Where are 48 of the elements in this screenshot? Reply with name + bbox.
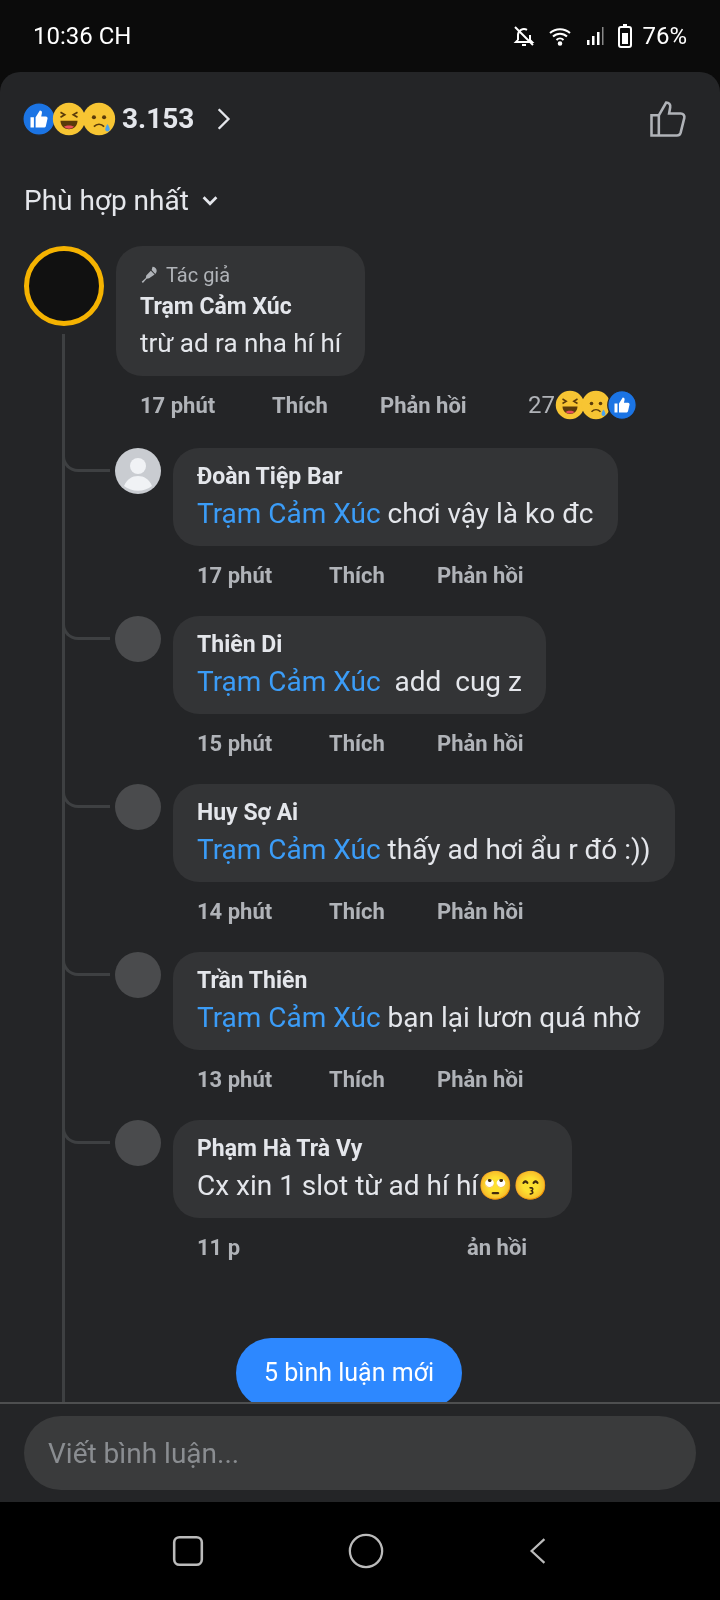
like-link[interactable]: Thích	[329, 894, 437, 928]
commenter-name[interactable]: Trần Thiên	[197, 964, 640, 998]
laughing-reaction-icon	[52, 102, 86, 136]
like-link[interactable]: Thích	[272, 388, 380, 422]
reply-link[interactable]: Phản hồi	[437, 726, 524, 760]
microphone-icon	[140, 265, 160, 285]
home-icon[interactable]	[347, 1532, 385, 1570]
comment-time: 17 phút	[140, 391, 217, 420]
comment-time: 14 phút	[197, 897, 274, 926]
recent-apps-icon[interactable]	[171, 1534, 205, 1568]
commenter-name[interactable]: Huy Sợ Ai	[197, 796, 651, 830]
battery-level: 76%	[642, 21, 687, 52]
sad-reaction-icon	[581, 390, 611, 420]
comment-text: Trạm Cảm Xúc thấy ad hơi ẩu r đó :))	[197, 832, 651, 868]
commenter-name[interactable]: Thiên Di	[197, 628, 522, 662]
commenter-name[interactable]: Đoàn Tiệp Bar	[197, 460, 594, 494]
reply-link[interactable]: Phản hồi	[380, 388, 528, 422]
like-link[interactable]: Thích	[329, 1062, 437, 1096]
comment-text: Cx xin 1 slot từ ad hí hí🙄😙	[197, 1168, 549, 1204]
comment-time: 13 phút	[197, 1065, 274, 1094]
reply-link[interactable]: Phản hồi	[437, 558, 524, 592]
laughing-reaction-icon	[555, 390, 585, 420]
like-link[interactable]: Thích	[329, 558, 437, 592]
battery-icon	[618, 24, 633, 48]
reactions-summary[interactable]: 3.153	[22, 98, 237, 140]
commenter-name[interactable]: Trạm Cảm Xúc	[140, 290, 342, 324]
reply-link[interactable]: Phản hồi	[437, 1062, 524, 1096]
like-reaction-icon	[22, 102, 56, 136]
sad-reaction-icon	[82, 102, 116, 136]
avatar-silhouette-icon[interactable]	[115, 448, 161, 494]
author-label: Tác giả	[166, 262, 231, 289]
reaction-count[interactable]: 27	[528, 387, 637, 423]
bell-off-icon	[512, 24, 537, 48]
like-link[interactable]: Thích	[329, 726, 437, 760]
commenter-name[interactable]: Phạm Hà Trà Vy	[197, 1132, 549, 1166]
comment-text: Trạm Cảm Xúc chơi vậy là ko đc	[197, 496, 594, 532]
comment-text: Trạm Cảm Xúc add cug z	[197, 664, 522, 700]
comment-time: 11 p	[197, 1233, 242, 1262]
reply-link[interactable]: Phản hồi	[437, 894, 524, 928]
status-time: 10:36 CH	[33, 21, 132, 52]
sort-dropdown[interactable]: Phù hợp nhất	[24, 180, 221, 222]
comment-input-field[interactable]: Viết bình luận...	[24, 1416, 696, 1490]
comment-time: 15 phút	[197, 729, 274, 758]
like-reaction-icon	[607, 390, 637, 420]
comment-text: Trạm Cảm Xúc bạn lại lươn quá nhờ	[197, 1000, 640, 1036]
comment-time: 17 phút	[197, 561, 274, 590]
reply-link[interactable]: ản hồi	[467, 1230, 528, 1264]
comment-text: trừ ad ra nha hí hí	[140, 327, 342, 360]
